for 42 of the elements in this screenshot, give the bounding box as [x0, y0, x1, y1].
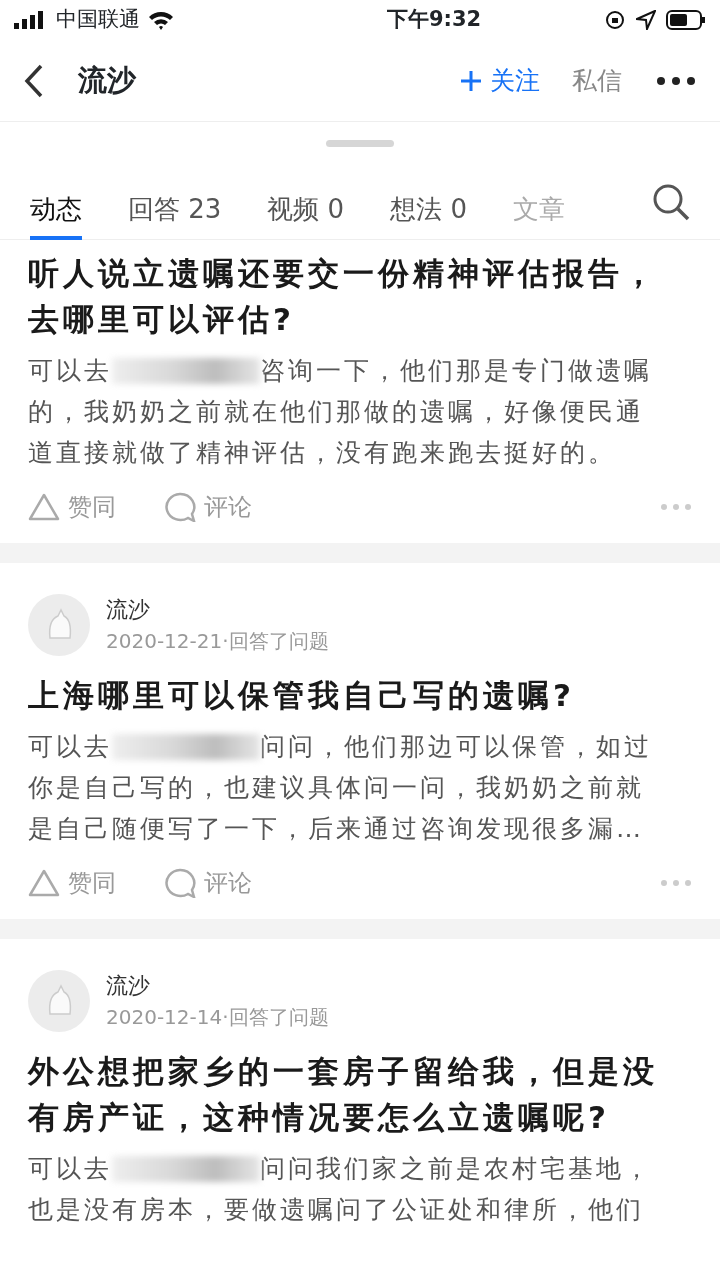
answer-text: 可以去: [28, 354, 112, 387]
post-meta: 2020-12-21·回答了问题: [106, 628, 329, 655]
profile-tab[interactable]: 动态: [30, 164, 82, 240]
answer-text: 可以去: [28, 730, 112, 763]
profile-tab[interactable]: 想法 0: [390, 164, 467, 240]
status-time: 下午9:32: [385, 6, 482, 34]
speech-bubble-icon: [164, 868, 196, 898]
answer-text: 问问我们家之前是农村宅基地，: [260, 1152, 652, 1185]
triangle-icon: [28, 869, 60, 897]
wifi-icon: [148, 10, 174, 30]
post-meta: 2020-12-14·回答了问题: [106, 1004, 329, 1031]
speech-bubble-icon: [164, 492, 196, 522]
answer-text: 也是没有房本，要做遗嘱问了公证处和律所，他们: [28, 1193, 644, 1226]
answer-text: 道直接就做了精神评估，没有跑来跑去挺好的。: [28, 436, 616, 469]
more-icon[interactable]: [656, 75, 696, 86]
author-name[interactable]: 流沙: [106, 593, 329, 626]
avatar-icon: [28, 969, 90, 1032]
avatar-icon: [28, 593, 90, 656]
question-title[interactable]: 听人说立遗嘱还要交一份精神评估报告，去哪里可以评估?: [28, 250, 678, 342]
question-title[interactable]: 外公想把家乡的一套房子留给我，但是没有房产证，这种情况要怎么立遗嘱呢?: [28, 1048, 678, 1140]
triangle-icon: [28, 493, 60, 521]
carrier-name: 中国联通: [56, 6, 140, 34]
answer-text: 的，我奶奶之前就在他们那做的遗嘱，好像便民通: [28, 395, 644, 428]
profile-name: 流沙: [78, 61, 136, 99]
search-icon[interactable]: [652, 183, 690, 221]
location-icon: [636, 10, 656, 30]
rotation-lock-icon: [604, 9, 626, 31]
follow-button[interactable]: 关注: [460, 61, 540, 100]
message-button[interactable]: 私信: [572, 61, 622, 100]
back-icon[interactable]: [24, 63, 44, 98]
author-name[interactable]: 流沙: [106, 969, 329, 1002]
answer-text: 问问，他们那边可以保管，如过: [260, 730, 652, 763]
profile-tab[interactable]: 视频 0: [267, 164, 345, 240]
plus-icon: [460, 69, 482, 92]
answer-text: 咨询一下，他们那是专门做遗嘱: [260, 354, 652, 387]
profile-tab[interactable]: 回答 23: [128, 164, 222, 240]
drag-handle[interactable]: [326, 140, 394, 147]
answer-text: 可以去: [28, 1152, 112, 1185]
answer-text: 是自己随便写了一下，后来通过咨询发现很多漏…: [28, 812, 644, 845]
answer-text: 你是自己写的，也建议具体问一问，我奶奶之前就: [28, 771, 644, 804]
question-title[interactable]: 上海哪里可以保管我自己写的遗嘱?: [28, 672, 678, 718]
battery-icon: [666, 10, 706, 30]
